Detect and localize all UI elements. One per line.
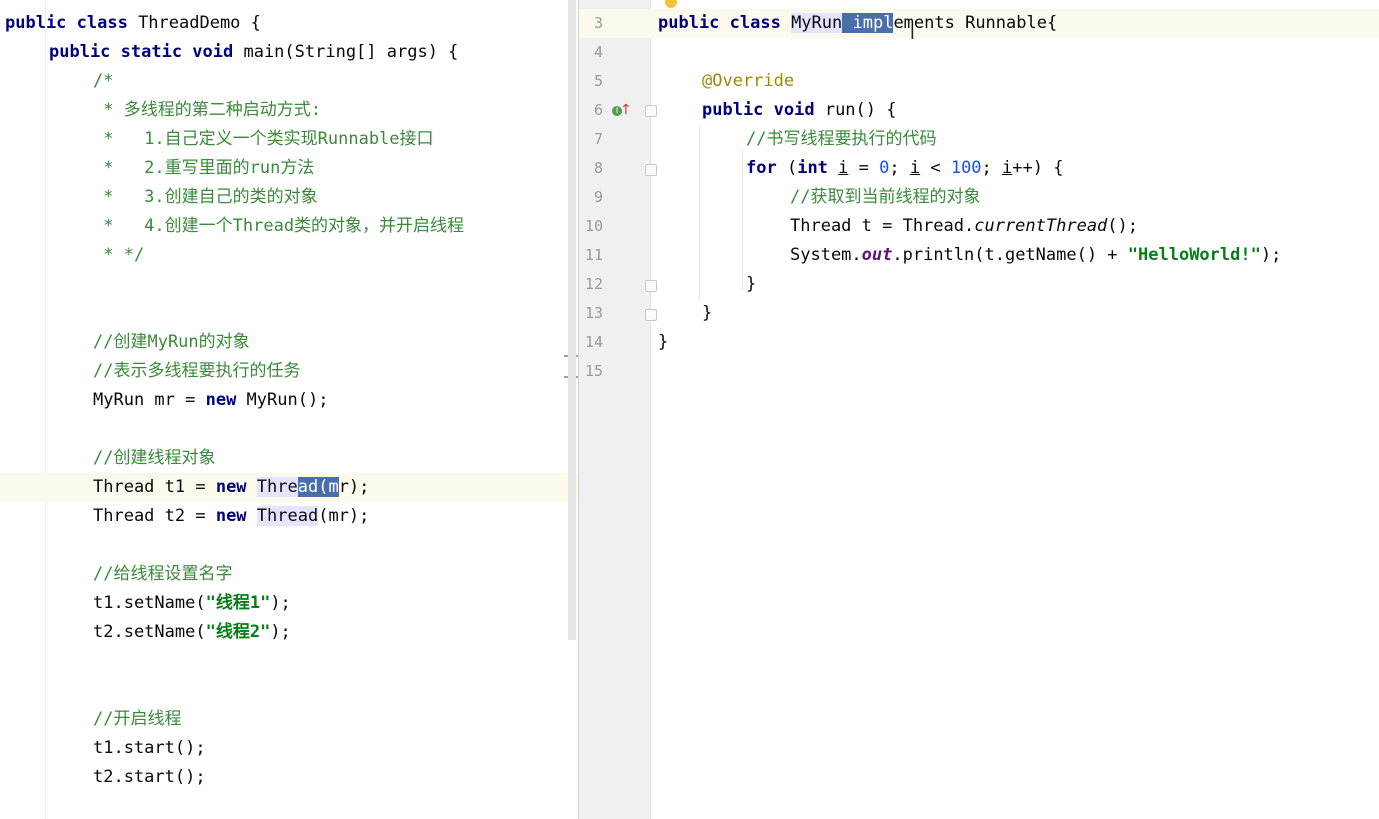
code-line[interactable]: //给线程设置名字 <box>0 560 578 589</box>
code-line[interactable]: 4 <box>579 38 1379 67</box>
code-line[interactable]: 14 } <box>579 328 1379 357</box>
override-arrow-icon[interactable]: ↑ <box>620 103 632 117</box>
line-number: 13 <box>584 304 603 322</box>
code-line[interactable]: //创建MyRun的对象 <box>0 328 578 357</box>
code-line[interactable]: //表示多线程要执行的任务 <box>0 357 578 386</box>
line-number: 10 <box>584 217 603 235</box>
code-line[interactable]: * 2.重写里面的run方法 <box>0 154 578 183</box>
intention-bulb-icon[interactable] <box>665 0 677 8</box>
code-line[interactable]: * 1.自己定义一个类实现Runnable接口 <box>0 125 578 154</box>
code-line[interactable]: public class ThreadDemo { <box>0 9 578 38</box>
code-line[interactable]: * 多线程的第二种启动方式: <box>0 96 578 125</box>
code-line[interactable]: MyRun mr = new MyRun(); <box>0 386 578 415</box>
line-number: 12 <box>584 275 603 293</box>
code-line[interactable]: //创建线程对象 <box>0 444 578 473</box>
code-line[interactable]: public static void main(String[] args) { <box>0 38 578 67</box>
code-line[interactable]: 15 <box>579 357 1379 386</box>
code-line[interactable]: t1.setName("线程1"); <box>0 589 578 618</box>
line-number: 6 <box>593 101 603 119</box>
code-line[interactable]: /* <box>0 67 578 96</box>
vertical-scrollbar[interactable] <box>568 0 576 640</box>
text-cursor-icon: I <box>910 24 915 43</box>
line-number: 8 <box>593 159 603 177</box>
line-number: 7 <box>593 130 603 148</box>
right-editor-pane[interactable]: 3 public class MyRun implements Runnable… <box>579 0 1379 819</box>
left-editor-pane[interactable]: public class ThreadDemo { public static … <box>0 0 578 819</box>
line-number: 5 <box>593 72 603 90</box>
code-line[interactable]: 5 @Override <box>579 67 1379 96</box>
line-number: 11 <box>584 246 603 264</box>
code-line-current[interactable]: Thread t1 = new Thread(mr); <box>0 473 578 502</box>
line-number: 4 <box>593 43 603 61</box>
indent-guide <box>742 150 743 290</box>
code-line[interactable]: //开启线程 <box>0 705 578 734</box>
fold-marker-icon[interactable] <box>645 309 657 321</box>
code-line[interactable]: Thread t2 = new Thread(mr); <box>0 502 578 531</box>
code-line[interactable]: t2.setName("线程2"); <box>0 618 578 647</box>
line-number: 14 <box>584 333 603 351</box>
code-line[interactable]: * 4.创建一个Thread类的对象，并开启线程 <box>0 212 578 241</box>
fold-marker-icon[interactable] <box>645 164 657 176</box>
code-line-current[interactable]: 3 public class MyRun implements Runnable… <box>579 9 1379 38</box>
line-number: 9 <box>593 188 603 206</box>
code-line[interactable]: t1.start(); <box>0 734 578 763</box>
indent-guide <box>699 125 700 300</box>
code-line[interactable]: 6 public void run() { <box>579 96 1379 125</box>
code-line[interactable]: * 3.创建自己的类的对象 <box>0 183 578 212</box>
fold-marker-icon[interactable] <box>645 280 657 292</box>
line-number: 3 <box>593 14 603 32</box>
code-line[interactable]: t2.start(); <box>0 763 578 792</box>
fold-marker-icon[interactable] <box>645 105 657 117</box>
code-line[interactable]: 13 } <box>579 299 1379 328</box>
line-number: 15 <box>584 362 603 380</box>
code-line[interactable]: * */ <box>0 241 578 270</box>
